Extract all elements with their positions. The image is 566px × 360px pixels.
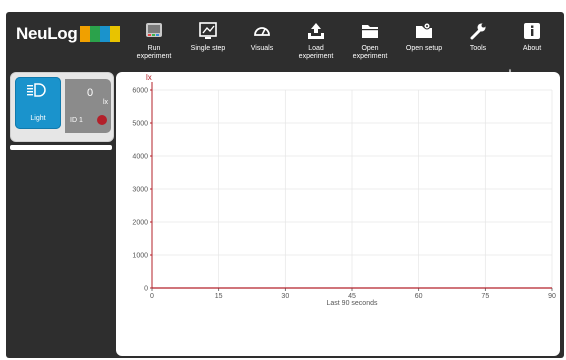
info-icon bbox=[524, 23, 540, 39]
x-tick-label: 15 bbox=[215, 293, 223, 300]
sensor-id: ID 1 bbox=[70, 117, 83, 124]
single-step-label: Single step bbox=[190, 45, 226, 52]
sensor-unit: lx bbox=[103, 99, 109, 106]
light-sensor-icon bbox=[27, 83, 46, 97]
wrench-icon bbox=[470, 23, 486, 40]
x-tick-label: 60 bbox=[415, 293, 423, 300]
toolbar: Run experiment Single step Visuals Load … bbox=[126, 18, 558, 72]
open-experiment-button[interactable]: Open experiment bbox=[342, 18, 398, 72]
y-tick-label: 1000 bbox=[132, 253, 148, 260]
x-tick-label: 75 bbox=[481, 293, 489, 300]
y-tick-label: 0 bbox=[144, 286, 148, 293]
y-tick-label: 3000 bbox=[132, 187, 148, 194]
logo-text: NeuLog bbox=[16, 24, 78, 43]
tools-button[interactable]: Tools bbox=[450, 18, 506, 72]
y-tick-label: 6000 bbox=[132, 88, 148, 95]
folder-icon bbox=[362, 25, 378, 38]
y-axis-label: lx bbox=[146, 73, 152, 82]
neulog-logo: NeuLog bbox=[16, 24, 121, 44]
open-setup-button[interactable]: Open setup bbox=[396, 18, 452, 72]
visuals-label: Visuals bbox=[250, 45, 274, 52]
load-experiment-label: Load experiment bbox=[298, 45, 334, 60]
sensor-tile[interactable]: Light bbox=[15, 77, 61, 129]
x-tick-label: 45 bbox=[348, 293, 356, 300]
upload-icon bbox=[308, 23, 324, 39]
open-experiment-label: Open experiment bbox=[352, 45, 388, 60]
run-experiment-label: Run experiment bbox=[136, 45, 172, 60]
app-window: NeuLog Run experiment Single step Visual… bbox=[6, 12, 564, 358]
run-experiment-icon bbox=[146, 23, 162, 37]
y-tick-label: 5000 bbox=[132, 121, 148, 128]
visuals-button[interactable]: Visuals bbox=[234, 18, 290, 72]
sensor-value: 0 bbox=[87, 87, 94, 99]
gauge-icon bbox=[254, 27, 270, 36]
setup-folder-icon bbox=[416, 22, 432, 38]
x-axis-label: Last 90 seconds bbox=[327, 300, 378, 307]
x-tick-label: 30 bbox=[281, 293, 289, 300]
y-tick-label: 4000 bbox=[132, 154, 148, 161]
open-setup-label: Open setup bbox=[405, 45, 443, 52]
about-button[interactable]: About bbox=[504, 18, 560, 72]
logo-mark-icon bbox=[80, 26, 121, 42]
x-tick-label: 0 bbox=[150, 293, 154, 300]
x-tick-label: 90 bbox=[548, 293, 556, 300]
run-experiment-button[interactable]: Run experiment bbox=[126, 18, 182, 72]
sidebar-divider bbox=[10, 145, 112, 150]
graph-panel[interactable]: 0 1000 2000 3000 4000 5000 6000 0 15 30 45 60 75 90 lx… bbox=[116, 72, 560, 356]
single-step-icon bbox=[199, 22, 217, 39]
sensor-name: Light bbox=[30, 115, 46, 122]
single-step-button[interactable]: Single step bbox=[180, 18, 236, 72]
sensor-status-indicator bbox=[97, 115, 107, 125]
line-chart: 0 1000 2000 3000 4000 5000 6000 0 15 30 45 60 75 90 lx… bbox=[132, 73, 556, 307]
load-experiment-button[interactable]: Load experiment bbox=[288, 18, 344, 72]
tools-label: Tools bbox=[469, 45, 487, 52]
sensor-module[interactable]: Light 0 lx ID 1 bbox=[10, 72, 114, 142]
about-label: About bbox=[522, 45, 542, 52]
y-tick-label: 2000 bbox=[132, 220, 148, 227]
